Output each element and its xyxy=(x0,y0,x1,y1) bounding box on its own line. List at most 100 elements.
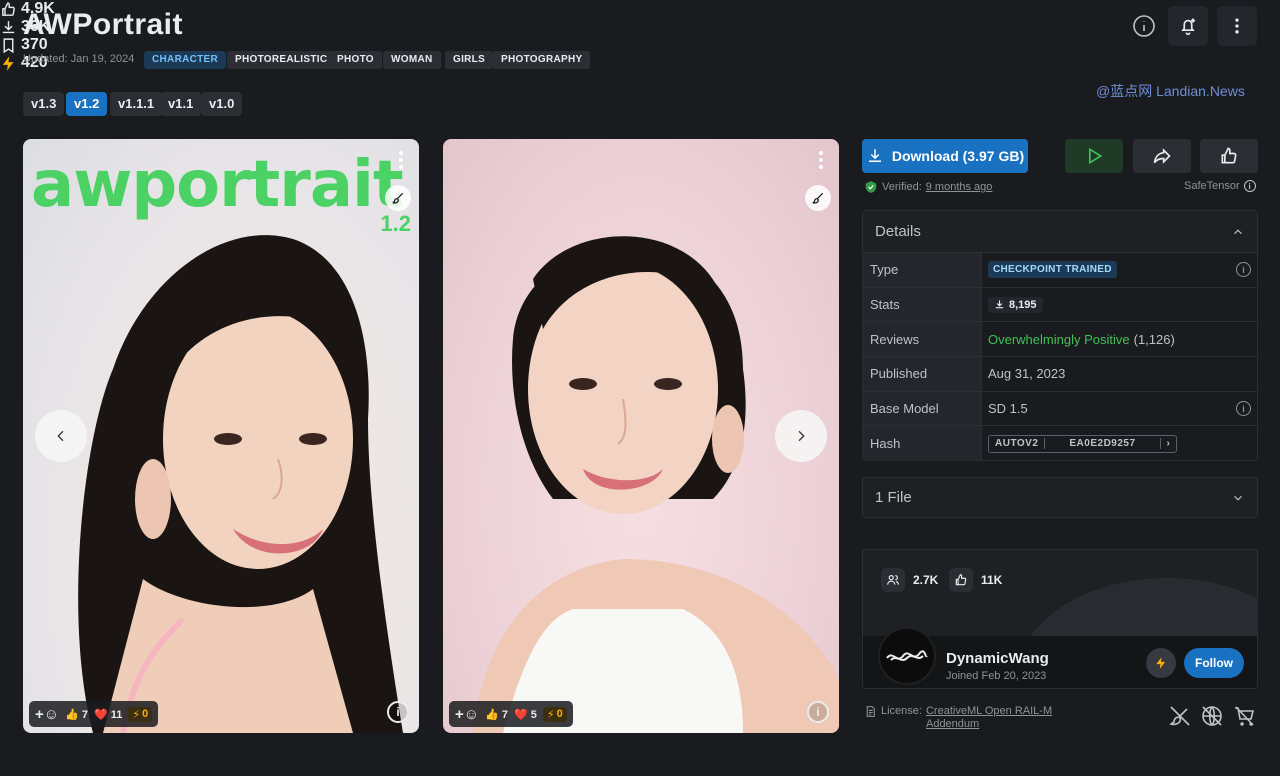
run-button[interactable] xyxy=(1065,139,1123,173)
tag-photo[interactable]: PHOTO xyxy=(329,51,382,69)
chevron-right-icon xyxy=(798,430,805,442)
chevron-down-icon xyxy=(1234,495,1242,501)
license-prefix: License: xyxy=(881,705,922,717)
heart-count: 5 xyxy=(530,708,537,721)
info-button[interactable] xyxy=(1124,6,1164,46)
buzz-count: 0 xyxy=(556,708,563,720)
files-accordion[interactable]: 1 File xyxy=(862,477,1258,518)
files-label: 1 File xyxy=(875,489,912,506)
row-key: Type xyxy=(863,253,982,287)
thumbs-up-icon xyxy=(1221,147,1237,164)
details-row-hash: Hash AUTOV2 EA0E2D9257 › xyxy=(863,426,1257,462)
published-value: Aug 31, 2023 xyxy=(988,366,1066,382)
like-model-button[interactable] xyxy=(1200,139,1258,173)
safetensor-text: SafeTensor xyxy=(1184,180,1240,192)
buzz-reaction[interactable]: ⚡ 0 xyxy=(542,706,567,722)
no-sell-icon[interactable] xyxy=(1232,704,1256,728)
updated-date: Updated: Jan 19, 2024 xyxy=(23,53,135,65)
details-header[interactable]: Details xyxy=(863,211,1257,253)
followers-count: 2.7K xyxy=(913,573,939,587)
reviews-rating[interactable]: Overwhelmingly Positive xyxy=(988,332,1130,347)
more-menu-button[interactable] xyxy=(1217,6,1257,46)
hash-type[interactable]: AUTOV2 xyxy=(989,438,1044,449)
notifications-button[interactable] xyxy=(1168,6,1208,46)
heart-reaction[interactable]: ❤️ 11 xyxy=(94,708,122,721)
image-info-icon[interactable]: i xyxy=(387,701,409,723)
details-panel: Details Type CHECKPOINT TRAINED i Stats 8… xyxy=(862,210,1258,462)
avatar[interactable] xyxy=(878,627,936,685)
row-key: Published xyxy=(863,357,982,391)
details-row-published: Published Aug 31, 2023 xyxy=(863,357,1257,392)
version-v1-2[interactable]: v1.2 xyxy=(66,92,108,116)
license-info: License: CreativeML Open RAIL-M Addendum xyxy=(864,705,1052,731)
creator-name[interactable]: DynamicWang xyxy=(946,650,1049,667)
downloads-stat: 36K xyxy=(0,18,1280,36)
version-v1-1-1[interactable]: v1.1.1 xyxy=(110,92,163,116)
chevron-up-icon xyxy=(1234,228,1242,234)
tag-woman[interactable]: WOMAN xyxy=(383,51,441,69)
play-icon xyxy=(1089,147,1103,165)
creator-likes-stat: 11K xyxy=(949,568,1002,592)
version-v1-3[interactable]: v1.3 xyxy=(23,92,65,116)
license-link-line2[interactable]: Addendum xyxy=(926,718,1052,731)
buzz-reaction[interactable]: ⚡ 0 xyxy=(128,706,153,722)
download-icon xyxy=(995,300,1004,309)
version-v1-1[interactable]: v1.1 xyxy=(160,92,202,116)
share-button[interactable] xyxy=(1133,139,1191,173)
creator-likes-count: 11K xyxy=(981,573,1003,587)
followers-stat: 2.7K xyxy=(881,568,938,592)
hash-value[interactable]: EA0E2D9257 xyxy=(1044,438,1161,450)
tag-photography[interactable]: PHOTOGRAPHY xyxy=(493,51,591,69)
chevron-right-icon[interactable]: › xyxy=(1161,438,1177,449)
hash-box[interactable]: AUTOV2 EA0E2D9257 › xyxy=(988,434,1178,453)
like-count: 7 xyxy=(501,708,508,721)
creator-logo-icon xyxy=(886,650,928,661)
downloads-value: 8,195 xyxy=(1009,298,1037,311)
next-image-button[interactable] xyxy=(775,410,827,462)
license-link[interactable]: CreativeML Open RAIL-M xyxy=(926,705,1052,718)
overlay-version-text: 1.2 xyxy=(380,211,411,236)
image-info-icon[interactable]: i xyxy=(807,701,829,723)
likes-stat: 4.9K xyxy=(0,0,1280,18)
no-brush-icon[interactable] xyxy=(1168,704,1192,728)
chevron-left-icon xyxy=(57,430,64,442)
remix-button[interactable] xyxy=(805,185,831,211)
like-count: 7 xyxy=(81,708,88,721)
lightning-icon xyxy=(2,55,14,71)
tag-character[interactable]: CHARACTER xyxy=(144,51,227,69)
add-reaction-button[interactable]: +☺ xyxy=(35,706,59,723)
verified-time-link[interactable]: 9 months ago xyxy=(926,181,993,193)
info-icon[interactable]: i xyxy=(1236,401,1251,417)
download-button[interactable]: Download (3.97 GB) xyxy=(862,139,1028,173)
lightning-icon: ⚡ xyxy=(546,708,555,721)
tag-girls[interactable]: GIRLS xyxy=(445,51,494,69)
overlay-logo-text: awportrait xyxy=(31,148,404,222)
row-key: Base Model xyxy=(863,391,982,426)
lightning-icon xyxy=(1156,657,1166,669)
no-web-icon[interactable] xyxy=(1200,704,1224,728)
downloads-pill: 8,195 xyxy=(988,296,1043,313)
creator-card: 2.7K 11K DynamicWang Joined Feb 20, 2023… xyxy=(862,549,1258,689)
brush-icon xyxy=(392,192,404,204)
license-icon xyxy=(866,706,875,717)
image-menu-icon[interactable] xyxy=(819,151,825,172)
type-badge: CHECKPOINT TRAINED xyxy=(988,261,1117,279)
remix-button[interactable] xyxy=(385,185,411,211)
prev-image-button[interactable] xyxy=(35,410,87,462)
reaction-bar: +☺ 👍 7 ❤️ 11 ⚡ 0 xyxy=(29,701,159,727)
like-reaction[interactable]: 👍 7 xyxy=(485,708,508,721)
tag-photorealistic[interactable]: PHOTOREALISTIC xyxy=(227,51,336,69)
tip-buzz-button[interactable] xyxy=(1146,648,1176,678)
info-icon[interactable]: i xyxy=(1243,180,1256,192)
info-icon[interactable]: i xyxy=(1236,262,1251,278)
row-key: Reviews xyxy=(863,322,982,357)
add-reaction-button[interactable]: +☺ xyxy=(455,706,479,723)
version-v1-0[interactable]: v1.0 xyxy=(201,92,243,116)
model-title: AWPortrait xyxy=(23,8,184,41)
follow-button[interactable]: Follow xyxy=(1184,648,1244,678)
image-menu-icon[interactable] xyxy=(399,151,405,172)
watermark-text: @蓝点网 Landian.News xyxy=(1096,83,1245,99)
share-icon xyxy=(1153,148,1171,164)
like-reaction[interactable]: 👍 7 xyxy=(65,708,88,721)
heart-reaction[interactable]: ❤️ 5 xyxy=(514,708,537,721)
